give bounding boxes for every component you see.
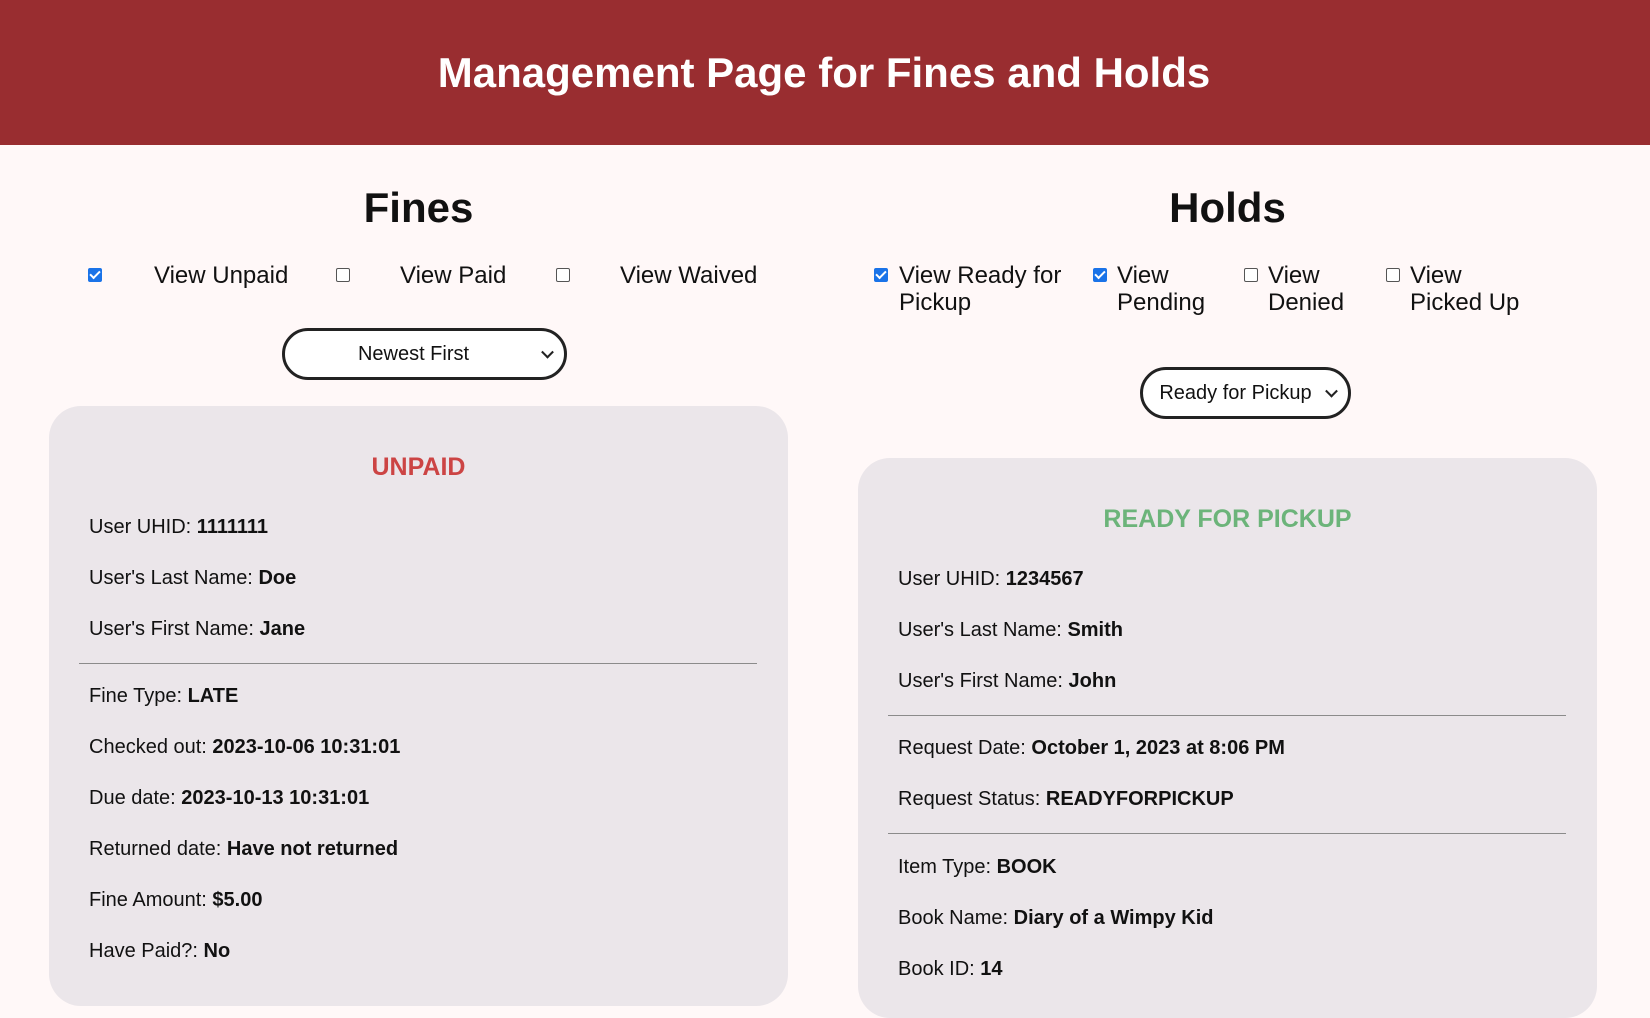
fine-have-paid-value: No	[203, 940, 231, 962]
view-ready-for-pickup-label: View Ready for Pickup	[899, 262, 1062, 316]
hold-request-status: Request Status: READYFORPICKUP	[898, 788, 1234, 810]
chevron-down-icon	[541, 345, 554, 359]
fine-first-name: User's First Name: Jane	[89, 618, 306, 640]
hold-card: READY FOR PICKUP User UHID: 1234567 User…	[858, 458, 1597, 1018]
hold-divider-request	[888, 833, 1566, 834]
fine-due-date: Due date: 2023-10-13 10:31:01	[89, 787, 370, 809]
fine-last-name: User's Last Name: Doe	[89, 567, 297, 589]
hold-book-id-value: 14	[980, 958, 1003, 980]
fines-sort-select[interactable]: Newest First	[282, 328, 567, 380]
fine-amount-value: $5.00	[212, 889, 263, 911]
view-pending-checkbox[interactable]	[1093, 268, 1107, 282]
view-pending-label: View Pending	[1117, 262, 1206, 316]
hold-item-type-value: BOOK	[996, 856, 1057, 878]
holds-sort-select[interactable]: Ready for Pickup	[1140, 367, 1351, 419]
hold-book-name: Book Name: Diary of a Wimpy Kid	[898, 907, 1214, 929]
filter-view-denied[interactable]: View Denied	[1244, 262, 1344, 316]
hold-request-status-value: READYFORPICKUP	[1045, 788, 1234, 810]
fines-title: Fines	[363, 184, 474, 231]
fine-first-name-value: Jane	[259, 618, 306, 640]
filter-view-ready-for-pickup[interactable]: View Ready for Pickup	[874, 262, 1061, 316]
hold-first-name: User's First Name: John	[898, 670, 1117, 692]
view-paid-checkbox[interactable]	[336, 268, 350, 282]
fine-checked-out: Checked out: 2023-10-06 10:31:01	[89, 736, 401, 758]
view-picked-up-checkbox[interactable]	[1386, 268, 1400, 282]
page-header: Management Page for Fines and Holds	[0, 0, 1650, 145]
page-title: Management Page for Fines and Holds	[437, 48, 1211, 96]
hold-request-date-value: October 1, 2023 at 8:06 PM	[1031, 737, 1285, 759]
fine-card: UNPAID User UHID: 1111111 User's Last Na…	[49, 406, 788, 1006]
view-unpaid-checkbox[interactable]	[88, 268, 102, 282]
filter-view-paid[interactable]: View Paid	[336, 262, 506, 289]
fine-type: Fine Type: LATE	[89, 685, 239, 707]
hold-request-date: Request Date: October 1, 2023 at 8:06 PM	[898, 737, 1285, 759]
fines-sort-value: Newest First	[357, 342, 470, 365]
view-unpaid-label: View Unpaid	[154, 262, 289, 289]
chevron-down-icon	[1325, 384, 1338, 398]
holds-title: Holds	[1169, 184, 1286, 231]
fine-user-uhid: User UHID: 1111111	[89, 516, 269, 538]
view-denied-checkbox[interactable]	[1244, 268, 1258, 282]
hold-last-name-value: Smith	[1067, 619, 1123, 641]
fine-due-date-value: 2023-10-13 10:31:01	[181, 787, 370, 809]
view-paid-label: View Paid	[400, 262, 507, 289]
fine-divider	[79, 663, 757, 664]
fine-status: UNPAID	[371, 453, 466, 481]
hold-user-uhid: User UHID: 1234567	[898, 568, 1084, 590]
holds-sort-value: Ready for Pickup	[1159, 381, 1312, 404]
hold-first-name-value: John	[1068, 670, 1117, 692]
hold-status: READY FOR PICKUP	[1103, 505, 1352, 533]
filter-view-pending[interactable]: View Pending	[1093, 262, 1205, 316]
fine-user-uhid-value: 1111111	[196, 516, 269, 538]
fine-returned-date: Returned date: Have not returned	[89, 838, 399, 860]
hold-item-type: Item Type: BOOK	[898, 856, 1057, 878]
hold-book-name-value: Diary of a Wimpy Kid	[1013, 907, 1214, 929]
fine-have-paid: Have Paid?: No	[89, 940, 231, 962]
hold-last-name: User's Last Name: Smith	[898, 619, 1123, 641]
view-ready-for-pickup-checkbox[interactable]	[874, 268, 888, 282]
filter-view-waived[interactable]: View Waived	[556, 262, 757, 289]
fine-amount: Fine Amount: $5.00	[89, 889, 263, 911]
view-picked-up-label: View Picked Up	[1410, 262, 1520, 316]
filter-view-unpaid[interactable]: View Unpaid	[88, 262, 288, 289]
fine-last-name-value: Doe	[258, 567, 297, 589]
hold-book-id: Book ID: 14	[898, 958, 1003, 980]
view-waived-label: View Waived	[620, 262, 758, 289]
view-denied-label: View Denied	[1268, 262, 1345, 316]
filter-view-picked-up[interactable]: View Picked Up	[1386, 262, 1519, 316]
fine-checked-out-value: 2023-10-06 10:31:01	[212, 736, 401, 758]
fine-returned-date-value: Have not returned	[226, 838, 399, 860]
hold-divider-user	[888, 715, 1566, 716]
fine-type-value: LATE	[187, 685, 239, 707]
hold-user-uhid-value: 1234567	[1005, 568, 1084, 590]
view-waived-checkbox[interactable]	[556, 268, 570, 282]
